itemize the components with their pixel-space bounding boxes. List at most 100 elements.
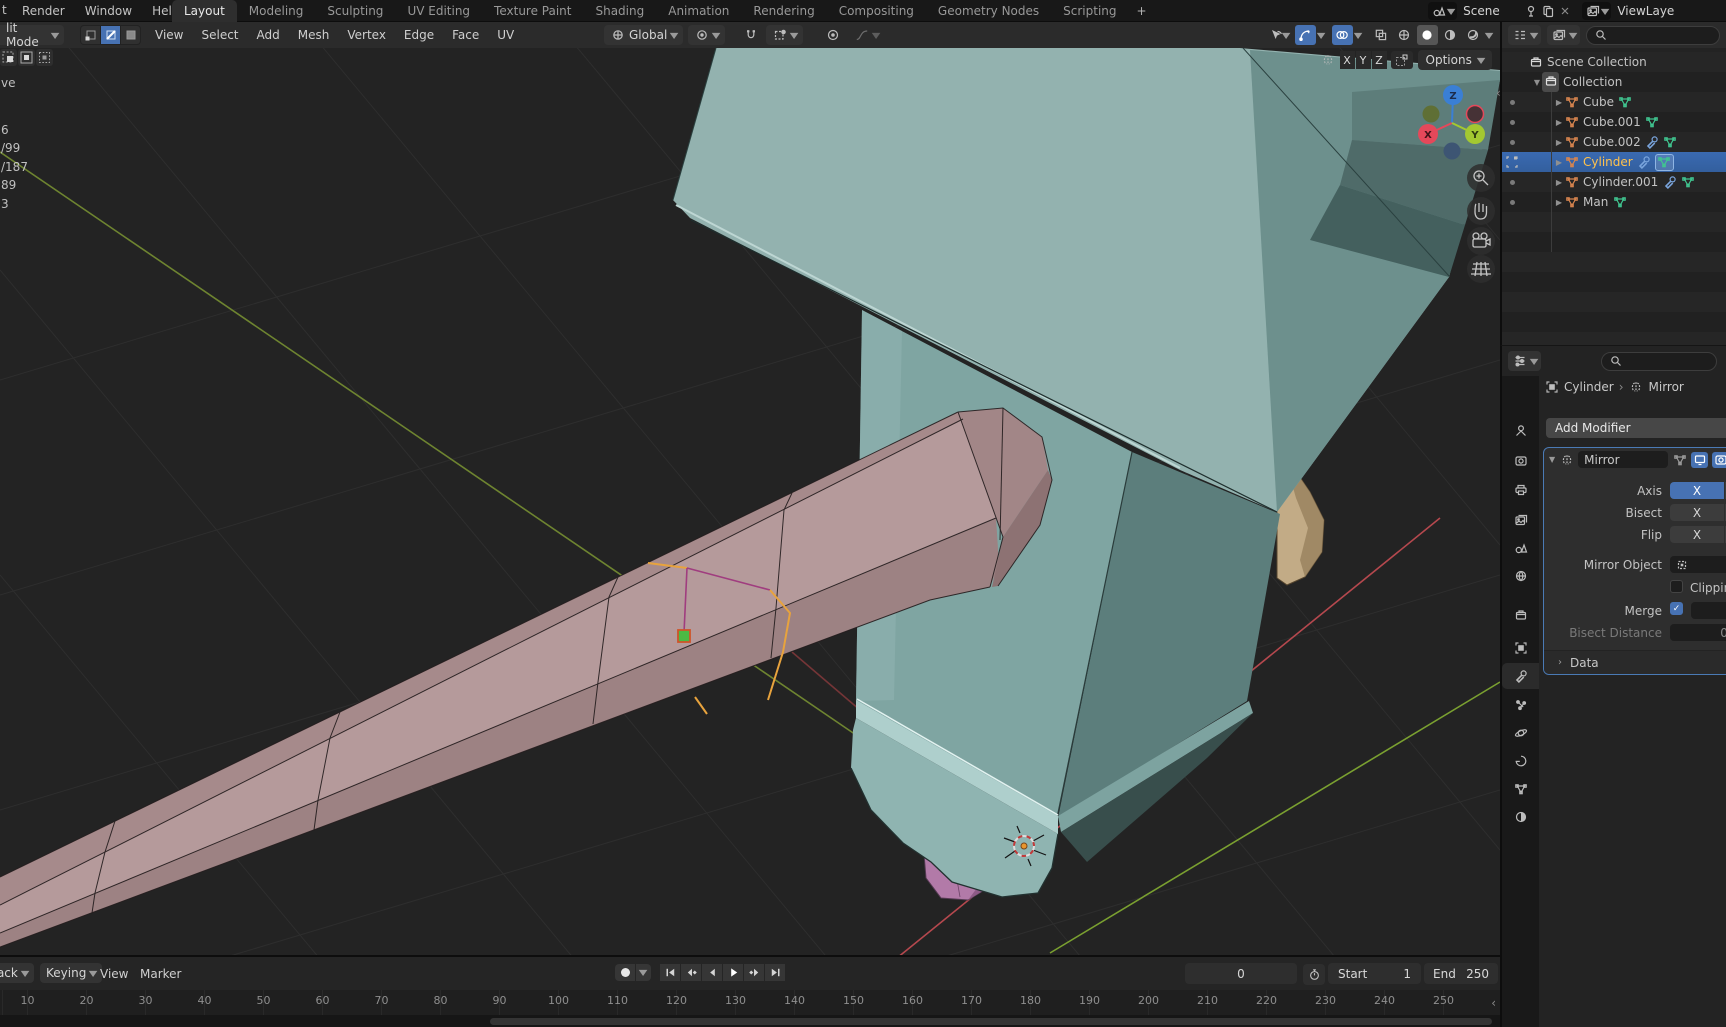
outliner-row-cube-002[interactable]: ▶ Cube.002 [1502, 132, 1726, 152]
properties-tab-scene[interactable] [1502, 535, 1539, 561]
properties-tab-physics[interactable] [1502, 720, 1539, 746]
camera-view-button[interactable] [1467, 227, 1495, 255]
properties-tab-constraints[interactable] [1502, 748, 1539, 774]
select-box-tool-button[interactable] [18, 49, 35, 66]
snap-settings-dropdown[interactable]: ▼ [766, 25, 804, 45]
tab-geometry-nodes[interactable]: Geometry Nodes [926, 0, 1051, 22]
auto-keying-button[interactable] [615, 964, 635, 981]
menu-mesh[interactable]: Mesh [289, 22, 339, 48]
properties-tab-particles[interactable] [1502, 692, 1539, 718]
disclosure-arrow[interactable]: ▶ [1554, 158, 1564, 167]
snap-area-icon[interactable] [1390, 51, 1413, 69]
playback-dropdown[interactable]: ack ▼ [0, 963, 34, 983]
menu-uv[interactable]: UV [488, 22, 523, 48]
timeline-collapse-arrow[interactable]: ‹ [1491, 996, 1496, 1010]
viewlayer-name[interactable]: ViewLaye [1613, 4, 1726, 18]
viewlayer-selector[interactable]: ▼ [1582, 2, 1612, 20]
edit-mode-toggle-icon[interactable] [1672, 452, 1687, 467]
falloff-dropdown[interactable]: ▼ [848, 25, 885, 45]
next-keyframe-button[interactable] [744, 964, 764, 981]
shading-wireframe-button[interactable] [1394, 25, 1415, 45]
editor-type-dropdown[interactable]: ▼ [1508, 351, 1542, 371]
outliner-display-mode-dropdown[interactable]: ▼ [1508, 25, 1542, 45]
merge-threshold-field[interactable]: 0.0 [1691, 602, 1726, 619]
pin-icon[interactable] [1523, 4, 1538, 19]
frame-end-field[interactable]: End 250 [1424, 963, 1498, 984]
menu-select[interactable]: Select [192, 22, 247, 48]
menu-vertex[interactable]: Vertex [338, 22, 395, 48]
scene-selector[interactable]: ▼ [1428, 2, 1458, 20]
outliner-empty-row[interactable] [1502, 292, 1726, 312]
outliner-row-cube-001[interactable]: ▶ Cube.001 [1502, 112, 1726, 132]
tab-shading[interactable]: Shading [583, 0, 656, 22]
menu-add[interactable]: Add [248, 22, 289, 48]
properties-tab-tool[interactable] [1502, 418, 1539, 444]
breadcrumb-object[interactable]: Cylinder [1564, 380, 1614, 394]
merge-checkbox[interactable]: ✓ [1670, 602, 1683, 615]
options-dropdown[interactable]: Options ▼ [1417, 50, 1492, 70]
tab-texture-paint[interactable]: Texture Paint [482, 0, 583, 22]
mirror-object-field[interactable] [1670, 556, 1726, 573]
viewport-3d[interactable]: Z X Y ve 6 /99 /187 89 3 X Y Z Options ▼ [0, 0, 1501, 1027]
axis-x-button[interactable]: X [1670, 482, 1724, 499]
clipping-checkbox[interactable] [1670, 580, 1683, 593]
prev-keyframe-button[interactable] [681, 964, 701, 981]
outliner-empty-row[interactable] [1502, 232, 1726, 252]
disclosure-arrow[interactable]: ▶ [1554, 118, 1564, 127]
prev-frame-button[interactable] [702, 964, 722, 981]
gizmo-axis-neg-y[interactable] [1422, 105, 1440, 123]
outliner-empty-row[interactable] [1502, 272, 1726, 292]
xray-toggle[interactable] [1371, 25, 1392, 45]
tab-scripting[interactable]: Scripting [1051, 0, 1128, 22]
flip-x-button[interactable]: X [1670, 526, 1724, 543]
tab-sculpting[interactable]: Sculpting [315, 0, 395, 22]
properties-tab-view-layer[interactable] [1502, 507, 1539, 533]
properties-search-input[interactable] [1601, 351, 1718, 371]
realtime-display-toggle[interactable] [1691, 451, 1709, 468]
collapse-panel-chevron[interactable]: ▼ [1549, 455, 1555, 464]
jump-start-button[interactable] [660, 964, 680, 981]
play-button[interactable] [723, 964, 743, 981]
frame-start-field[interactable]: Start 1 [1328, 963, 1421, 984]
properties-tab-world[interactable] [1502, 563, 1539, 589]
disclosure-arrow[interactable]: ▶ [1554, 198, 1564, 207]
tab-compositing[interactable]: Compositing [827, 0, 926, 22]
overlays-dropdown[interactable]: ▼ [1353, 31, 1362, 40]
outliner-filter-dropdown[interactable]: ▼ [1547, 25, 1581, 45]
menu-window[interactable]: Window [75, 0, 142, 22]
new-scene-icon[interactable] [1540, 4, 1555, 19]
disclosure-arrow[interactable]: ▼ [1532, 78, 1542, 87]
outliner-empty-row[interactable] [1502, 212, 1726, 232]
properties-tab-modifiers[interactable] [1502, 663, 1539, 689]
bisect-x-button[interactable]: X [1670, 504, 1724, 521]
ortho-grid-button[interactable] [1467, 255, 1495, 283]
tab-uv-editing[interactable]: UV Editing [395, 0, 482, 22]
edge-select-button[interactable] [101, 26, 120, 44]
tab-modeling[interactable]: Modeling [237, 0, 316, 22]
properties-tab-collection[interactable] [1502, 602, 1539, 628]
snap-toggle[interactable] [740, 25, 761, 45]
menu-render[interactable]: Render [12, 0, 75, 22]
properties-tab-object-data[interactable] [1502, 776, 1539, 802]
gizmo-toggle[interactable] [1294, 25, 1316, 45]
symmetry-x-button[interactable]: X [1339, 51, 1355, 69]
vertex-select-button[interactable] [81, 26, 100, 44]
shading-rendered-button[interactable] [1463, 25, 1484, 45]
data-subpanel[interactable]: › Data [1544, 650, 1726, 674]
properties-tab-output[interactable] [1502, 477, 1539, 503]
delete-scene-icon[interactable] [1557, 4, 1572, 19]
timeline-view-menu[interactable]: View [100, 967, 128, 981]
auto-keying-dropdown[interactable]: ▼ [636, 964, 651, 981]
current-frame-field[interactable]: 0 [1185, 963, 1297, 984]
properties-tab-material[interactable] [1502, 804, 1539, 830]
outliner-row-collection[interactable]: ▼ Collection [1502, 72, 1726, 92]
bisect-distance-field[interactable]: 0.00 [1670, 624, 1726, 641]
gizmo-axis-neg-z[interactable] [1443, 142, 1461, 160]
face-select-button[interactable] [121, 26, 140, 44]
pan-button[interactable] [1467, 197, 1495, 225]
tweak-tool-button[interactable] [0, 49, 17, 66]
render-display-toggle[interactable] [1712, 451, 1726, 468]
outliner-row-man[interactable]: ▶ Man [1502, 192, 1726, 212]
proportional-edit-toggle[interactable] [822, 25, 843, 45]
menu-face[interactable]: Face [443, 22, 488, 48]
